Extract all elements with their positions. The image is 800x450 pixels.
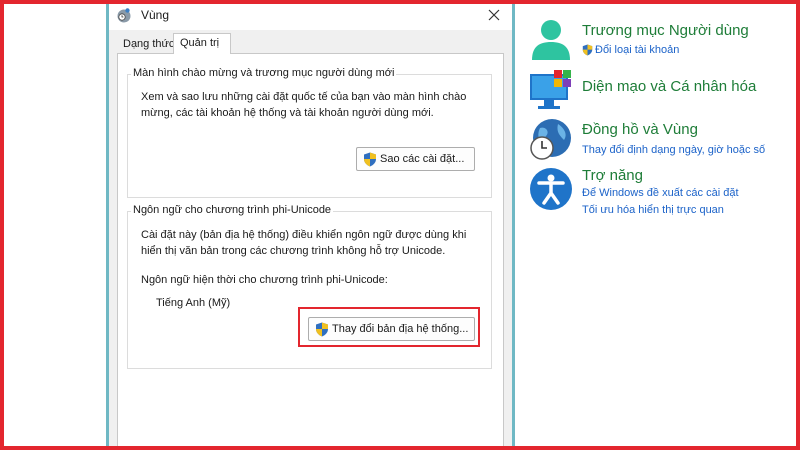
clock-region-title[interactable]: Đồng hồ và Vùng <box>582 121 698 138</box>
change-account-type-link[interactable]: Đổi loại tài khoản <box>582 44 679 56</box>
region-globe-clock-icon <box>117 8 131 23</box>
accessibility-icon <box>530 168 572 210</box>
optimize-visual-display-link[interactable]: Tối ưu hóa hiển thị trực quan <box>582 204 724 216</box>
close-button[interactable] <box>482 4 506 26</box>
appearance-title[interactable]: Diện mạo và Cá nhân hóa <box>582 78 756 95</box>
region-dialog: Vùng Dạng thức Quản trị Màn hình chào mừ… <box>106 0 515 450</box>
dialog-titlebar[interactable]: Vùng <box>109 0 512 30</box>
welcome-screen-group: Màn hình chào mừng và trương mục người d… <box>127 67 492 198</box>
appearance-monitor-icon <box>530 70 571 109</box>
accessibility-title[interactable]: Trợ năng <box>582 167 643 184</box>
change-account-type-label: Đổi loại tài khoản <box>595 44 680 56</box>
uac-shield-icon <box>582 44 593 56</box>
copy-settings-button[interactable]: Sao các cài đặt... <box>356 147 475 171</box>
close-icon <box>488 9 500 21</box>
administrative-panel: Màn hình chào mừng và trương mục người d… <box>117 53 504 450</box>
change-date-format-link[interactable]: Thay đổi định dạng ngày, giờ hoặc số <box>582 144 765 156</box>
user-accounts-icon <box>532 20 570 60</box>
non-unicode-group-title: Ngôn ngữ cho chương trình phi-Unicode <box>131 204 334 216</box>
non-unicode-description: Cài đặt này (bản địa hệ thống) điều khiể… <box>141 229 467 257</box>
dialog-title: Vùng <box>141 8 170 22</box>
current-language-value: Tiếng Anh (Mỹ) <box>156 297 231 309</box>
uac-shield-icon <box>364 152 376 166</box>
tab-administrative[interactable]: Quản trị <box>173 33 231 54</box>
clock-region-globe-icon <box>530 119 571 160</box>
highlight-box <box>298 307 480 347</box>
tab-formats[interactable]: Dạng thức <box>117 35 174 53</box>
copy-settings-label: Sao các cài đặt... <box>380 153 465 165</box>
welcome-group-title: Màn hình chào mừng và trương mục người d… <box>131 67 397 79</box>
current-language-label: Ngôn ngữ hiện thời cho chương trình phi-… <box>141 274 388 286</box>
welcome-group-description: Xem và sao lưu những cài đặt quốc tế của… <box>141 91 467 119</box>
suggest-settings-link[interactable]: Để Windows đề xuất các cài đặt <box>582 187 739 199</box>
user-accounts-title[interactable]: Trương mục Người dùng <box>582 22 749 39</box>
